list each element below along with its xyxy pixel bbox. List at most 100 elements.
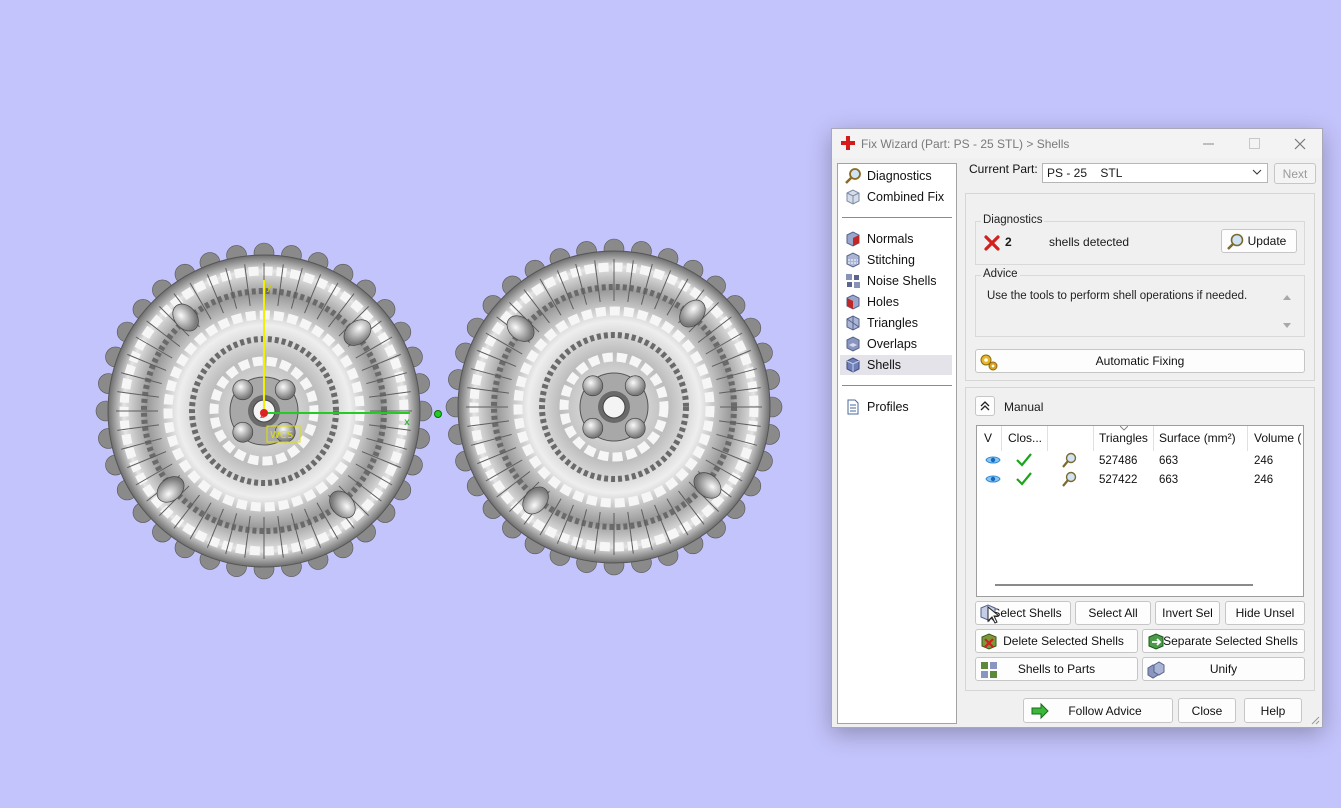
nav-item-label: Profiles bbox=[867, 400, 909, 414]
magnifier-icon bbox=[1227, 233, 1244, 250]
maximize-button[interactable] bbox=[1232, 129, 1276, 158]
nav-item-overlaps[interactable]: Overlaps bbox=[840, 334, 952, 354]
nav-item-label: Diagnostics bbox=[867, 169, 932, 183]
nav-item-label: Overlaps bbox=[867, 337, 918, 351]
delete-selected-shells-button[interactable]: Delete Selected Shells bbox=[975, 629, 1138, 653]
nav-separator bbox=[842, 385, 952, 386]
sort-arrow-icon bbox=[1120, 426, 1128, 431]
minimize-button[interactable] bbox=[1186, 129, 1230, 158]
shells-table[interactable]: V Clos... Triangles Surface (mm²) Volume… bbox=[976, 425, 1304, 597]
nav-separator bbox=[842, 217, 952, 218]
hub-bolt bbox=[232, 421, 254, 443]
arrow-right-icon bbox=[1031, 702, 1049, 720]
part-disc-right[interactable] bbox=[445, 238, 783, 576]
automatic-fixing-button[interactable]: Automatic Fixing bbox=[975, 349, 1305, 373]
title-bar[interactable]: Fix Wizard (Part: PS - 25 STL) > Shells bbox=[832, 129, 1322, 158]
separate-selected-shells-button[interactable]: Separate Selected Shells bbox=[1142, 629, 1305, 653]
axis-y-label: y bbox=[266, 282, 272, 293]
scroll-down-icon[interactable] bbox=[1282, 322, 1292, 330]
fix-wizard-dialog: Fix Wizard (Part: PS - 25 STL) > Shells … bbox=[831, 128, 1323, 728]
chevron-up-icon bbox=[980, 401, 990, 411]
triangles-value: 527486 bbox=[1099, 455, 1138, 467]
col-header-surface[interactable]: Surface (mm²) bbox=[1159, 431, 1236, 445]
maximize-icon bbox=[1248, 138, 1260, 149]
follow-advice-button[interactable]: Follow Advice bbox=[1023, 698, 1173, 723]
update-button[interactable]: Update bbox=[1221, 229, 1297, 253]
col-header-triangles[interactable]: Triangles bbox=[1099, 431, 1148, 445]
table-row[interactable]: 527422 663 246 bbox=[977, 470, 1303, 489]
nav-item-diagnostics[interactable]: Diagnostics bbox=[840, 166, 952, 186]
col-header-volume[interactable]: Volume ( bbox=[1254, 431, 1301, 445]
overlaps-cube-icon bbox=[846, 336, 860, 352]
col-header-v[interactable]: V bbox=[984, 431, 992, 445]
axis-x-label: x bbox=[404, 417, 410, 428]
nav-item-label: Normals bbox=[867, 232, 914, 246]
magnifier-icon[interactable] bbox=[1060, 452, 1078, 469]
eye-icon[interactable] bbox=[985, 473, 1001, 485]
check-icon bbox=[1016, 453, 1032, 467]
delete-selected-shells-label: Delete Selected Shells bbox=[1003, 634, 1124, 648]
nav-item-label: Combined Fix bbox=[867, 190, 945, 204]
hide-unselected-button[interactable]: Hide Unsel bbox=[1225, 601, 1305, 625]
shells-to-parts-icon bbox=[981, 662, 997, 678]
follow-advice-label: Follow Advice bbox=[1068, 703, 1142, 718]
help-button[interactable]: Help bbox=[1244, 698, 1302, 723]
close-button[interactable]: Close bbox=[1178, 698, 1236, 723]
axis-z-label: z bbox=[260, 411, 265, 421]
nav-item-noise-shells[interactable]: Noise Shells bbox=[840, 271, 952, 291]
origin-handle bbox=[434, 410, 442, 418]
col-separator bbox=[1247, 426, 1248, 451]
triangles-value: 527422 bbox=[1099, 474, 1138, 486]
wcs-label: WCS bbox=[270, 430, 293, 441]
close-icon bbox=[1294, 138, 1306, 149]
hub-bolt bbox=[582, 417, 604, 439]
collapse-manual-button[interactable] bbox=[975, 396, 995, 416]
hub-bolt bbox=[274, 379, 296, 401]
diagnostics-group: Diagnostics 2 shells detected Update bbox=[975, 214, 1305, 265]
unify-button[interactable]: Unify bbox=[1142, 657, 1305, 681]
window-title: Fix Wizard (Part: PS - 25 STL) > Shells bbox=[861, 137, 1070, 151]
nav-item-stitching[interactable]: Stitching bbox=[840, 250, 952, 270]
triangles-cube-icon bbox=[846, 315, 860, 331]
close-window-button[interactable] bbox=[1278, 129, 1322, 158]
minimize-icon bbox=[1202, 143, 1214, 145]
shells-to-parts-button[interactable]: Shells to Parts bbox=[975, 657, 1138, 681]
nav-item-label: Stitching bbox=[867, 253, 915, 267]
nav-item-shells[interactable]: Shells bbox=[840, 355, 952, 375]
hub-hole bbox=[602, 395, 626, 419]
current-part-select[interactable]: PS - 25 STL bbox=[1042, 163, 1268, 183]
shells-to-parts-label: Shells to Parts bbox=[1017, 662, 1096, 676]
magnifier-icon[interactable] bbox=[1060, 471, 1078, 488]
col-header-closed[interactable]: Clos... bbox=[1008, 431, 1042, 445]
select-shells-label: Select Shells bbox=[992, 606, 1062, 620]
horizontal-scrollbar[interactable] bbox=[995, 584, 1253, 586]
gears-icon bbox=[980, 354, 998, 371]
current-part-value: PS - 25 STL bbox=[1047, 166, 1123, 180]
scroll-up-icon[interactable] bbox=[1282, 293, 1292, 301]
nav-item-triangles[interactable]: Triangles bbox=[840, 313, 952, 333]
resize-grip-icon[interactable] bbox=[1311, 716, 1320, 725]
nav-item-label: Holes bbox=[867, 295, 899, 309]
col-separator bbox=[1153, 426, 1154, 451]
invert-selection-button[interactable]: Invert Sel bbox=[1155, 601, 1220, 625]
select-all-button[interactable]: Select All bbox=[1075, 601, 1151, 625]
unify-icon bbox=[1147, 661, 1165, 679]
check-icon bbox=[1016, 472, 1032, 486]
next-button[interactable]: Next bbox=[1274, 163, 1316, 184]
document-icon bbox=[847, 399, 859, 415]
nav-item-normals[interactable]: Normals bbox=[840, 229, 952, 249]
table-row[interactable]: 527486 663 246 bbox=[977, 451, 1303, 470]
separate-shell-icon bbox=[1148, 633, 1164, 650]
separate-selected-shells-label: Separate Selected Shells bbox=[1163, 634, 1298, 648]
advice-text: Use the tools to perform shell operation… bbox=[987, 290, 1248, 302]
col-separator bbox=[1047, 426, 1048, 451]
advice-group: Advice Use the tools to perform shell op… bbox=[975, 268, 1305, 337]
eye-icon[interactable] bbox=[985, 454, 1001, 466]
chevron-down-icon bbox=[1252, 169, 1262, 175]
volume-value: 246 bbox=[1254, 455, 1274, 467]
nav-item-combined-fix[interactable]: Combined Fix bbox=[840, 187, 952, 207]
3d-viewport[interactable]: y x z WCS bbox=[0, 0, 820, 808]
surface-value: 663 bbox=[1159, 474, 1179, 486]
nav-item-holes[interactable]: Holes bbox=[840, 292, 952, 312]
nav-item-profiles[interactable]: Profiles bbox=[840, 397, 952, 417]
